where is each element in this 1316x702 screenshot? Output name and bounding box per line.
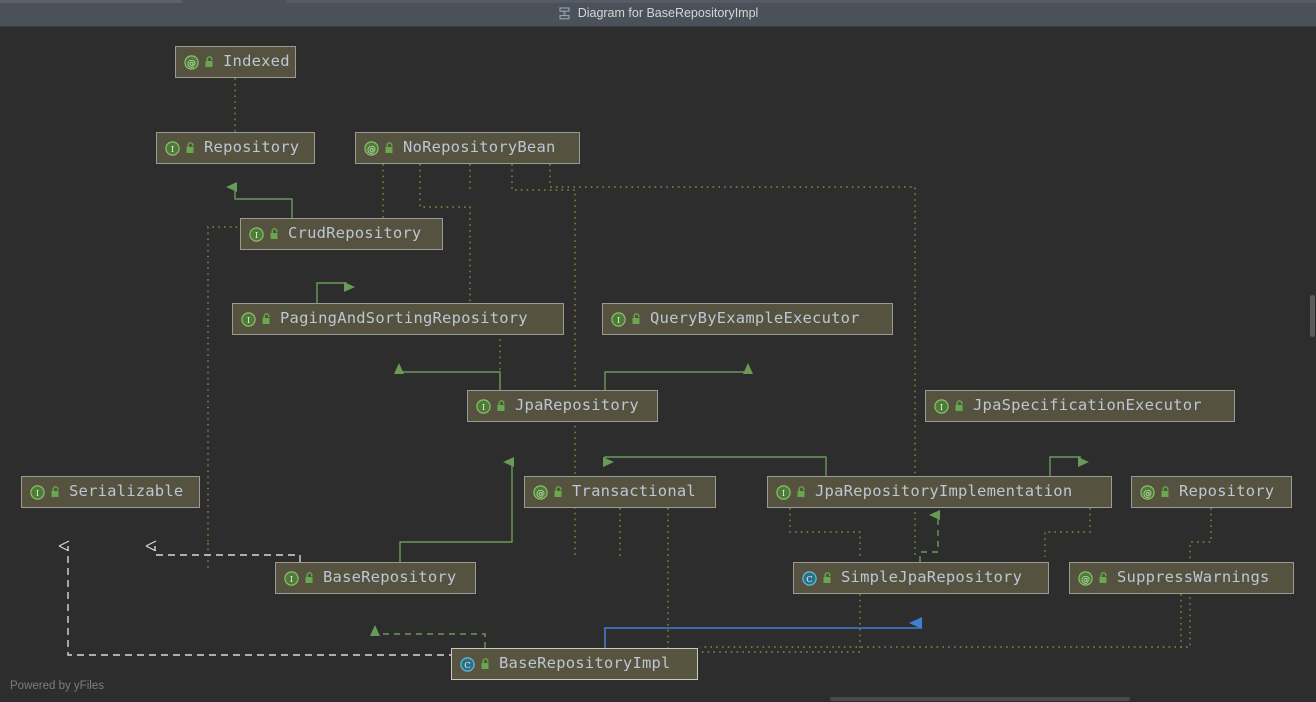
interface-icon: I bbox=[241, 311, 256, 327]
lock-icon bbox=[631, 313, 642, 325]
svg-text:I: I bbox=[36, 488, 39, 498]
node-label: JpaRepository bbox=[515, 396, 639, 415]
svg-text:@: @ bbox=[1143, 489, 1152, 499]
svg-text:I: I bbox=[290, 574, 293, 584]
titlebar-strip-right bbox=[286, 0, 1316, 3]
node-crudrepository[interactable]: I CrudRepository bbox=[240, 218, 443, 250]
node-label: Transactional bbox=[572, 482, 696, 501]
node-label: BaseRepositoryImpl bbox=[499, 654, 671, 673]
svg-text:I: I bbox=[255, 230, 258, 240]
svg-text:I: I bbox=[782, 488, 785, 498]
lock-icon bbox=[954, 400, 965, 412]
node-label: Serializable bbox=[69, 482, 184, 501]
diagram-canvas[interactable]: @ Indexed I Repository @ NoRepositoryBea… bbox=[0, 27, 1316, 702]
lock-icon bbox=[261, 313, 272, 325]
lock-icon bbox=[50, 486, 61, 498]
annotation-icon: @ bbox=[364, 140, 379, 156]
horizontal-scrollbar[interactable] bbox=[0, 696, 1316, 702]
node-label: BaseRepository bbox=[323, 568, 457, 587]
node-label: JpaRepositoryImplementation bbox=[815, 482, 1073, 501]
node-pagingandsortingrepository[interactable]: I PagingAndSortingRepository bbox=[232, 303, 564, 335]
node-label: JpaSpecificationExecutor bbox=[973, 396, 1202, 415]
interface-icon: I bbox=[611, 311, 626, 327]
lock-icon bbox=[185, 142, 196, 154]
node-suppresswarnings[interactable]: @ SuppressWarnings bbox=[1069, 562, 1294, 594]
lock-icon bbox=[796, 486, 807, 498]
lock-icon bbox=[1160, 486, 1171, 498]
svg-text:I: I bbox=[940, 402, 943, 412]
annotation-icon: @ bbox=[533, 484, 548, 500]
svg-text:@: @ bbox=[1081, 575, 1090, 585]
interface-icon: I bbox=[284, 570, 299, 586]
lock-icon bbox=[553, 486, 564, 498]
node-norepositorybean[interactable]: @ NoRepositoryBean bbox=[355, 132, 580, 164]
svg-text:C: C bbox=[806, 574, 813, 584]
lock-icon bbox=[480, 658, 491, 670]
node-label: Indexed bbox=[223, 52, 290, 71]
svg-text:I: I bbox=[247, 315, 250, 325]
node-label: QueryByExampleExecutor bbox=[650, 309, 860, 328]
class-icon: C bbox=[460, 656, 475, 672]
interface-icon: I bbox=[249, 226, 264, 242]
annotation-icon: @ bbox=[1140, 484, 1155, 500]
svg-text:@: @ bbox=[536, 489, 545, 499]
vertical-scrollbar-thumb[interactable] bbox=[1310, 295, 1315, 337]
interface-icon: I bbox=[934, 398, 949, 414]
lock-icon bbox=[269, 228, 280, 240]
vertical-scrollbar[interactable] bbox=[1309, 27, 1316, 702]
lock-icon bbox=[384, 142, 395, 154]
node-querybyexampleexecutor[interactable]: I QueryByExampleExecutor bbox=[602, 303, 893, 335]
svg-text:I: I bbox=[171, 144, 174, 154]
annotation-icon: @ bbox=[184, 54, 199, 70]
yfiles-watermark: Powered by yFiles bbox=[10, 680, 104, 692]
interface-icon: I bbox=[776, 484, 791, 500]
lock-icon bbox=[304, 572, 315, 584]
svg-text:@: @ bbox=[187, 59, 196, 69]
node-jpaspecificationexecutor[interactable]: I JpaSpecificationExecutor bbox=[925, 390, 1235, 422]
node-baserepositoryimpl[interactable]: C BaseRepositoryImpl bbox=[451, 648, 698, 680]
lock-icon bbox=[496, 400, 507, 412]
svg-text:C: C bbox=[464, 660, 471, 670]
diagram-window: Diagram for BaseRepositoryImpl @ Indexed… bbox=[0, 0, 1316, 702]
class-icon: C bbox=[802, 570, 817, 586]
node-label: CrudRepository bbox=[288, 224, 422, 243]
node-label: NoRepositoryBean bbox=[403, 138, 556, 157]
annotation-icon: @ bbox=[1078, 570, 1093, 586]
horizontal-scrollbar-thumb[interactable] bbox=[830, 697, 1130, 701]
node-label: SuppressWarnings bbox=[1117, 568, 1270, 587]
node-label: Repository bbox=[204, 138, 300, 157]
lock-icon bbox=[204, 56, 215, 68]
node-indexed[interactable]: @ Indexed bbox=[175, 46, 296, 78]
node-jparepository[interactable]: I JpaRepository bbox=[467, 390, 658, 422]
node-layer: @ Indexed I Repository @ NoRepositoryBea… bbox=[0, 27, 1316, 702]
node-repository-interface[interactable]: I Repository bbox=[156, 132, 315, 164]
node-transactional[interactable]: @ Transactional bbox=[524, 476, 716, 508]
node-baserepository[interactable]: I BaseRepository bbox=[275, 562, 476, 594]
node-repository-annotation[interactable]: @ Repository bbox=[1131, 476, 1292, 508]
interface-icon: I bbox=[476, 398, 491, 414]
interface-icon: I bbox=[165, 140, 180, 156]
titlebar-strip-left bbox=[0, 0, 182, 3]
svg-text:I: I bbox=[482, 402, 485, 412]
node-label: SimpleJpaRepository bbox=[841, 568, 1023, 587]
diagram-icon bbox=[558, 6, 571, 20]
window-title: Diagram for BaseRepositoryImpl bbox=[577, 6, 759, 20]
svg-text:@: @ bbox=[367, 145, 376, 155]
interface-icon: I bbox=[30, 484, 45, 500]
node-label: Repository bbox=[1179, 482, 1275, 501]
lock-icon bbox=[822, 572, 833, 584]
window-titlebar: Diagram for BaseRepositoryImpl bbox=[0, 0, 1316, 27]
node-jparepositoryimplementation[interactable]: I JpaRepositoryImplementation bbox=[767, 476, 1112, 508]
node-serializable[interactable]: I Serializable bbox=[21, 476, 200, 508]
node-simplejparepository[interactable]: C SimpleJpaRepository bbox=[793, 562, 1049, 594]
svg-text:I: I bbox=[617, 315, 620, 325]
lock-icon bbox=[1098, 572, 1109, 584]
node-label: PagingAndSortingRepository bbox=[280, 309, 528, 328]
